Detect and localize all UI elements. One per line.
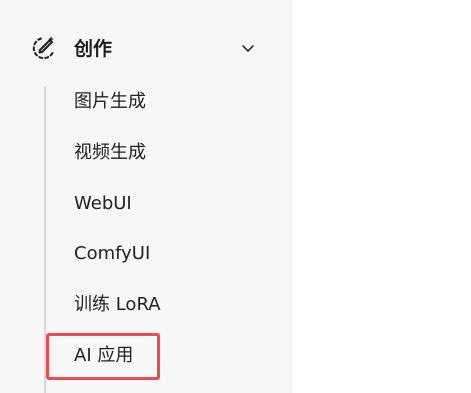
sidebar-item-label: 训练 LoRA (74, 294, 161, 315)
sidebar-item-image-generation[interactable]: 图片生成 (60, 82, 280, 122)
sidebar-item-label: ComfyUI (74, 243, 151, 264)
wand-sparkle-icon (32, 36, 55, 60)
sidebar-item-webui[interactable]: WebUI (60, 184, 280, 224)
chevron-down-icon[interactable] (240, 40, 256, 56)
sidebar-item-video-generation[interactable]: 视频生成 (60, 133, 280, 173)
sidebar-item-label: 图片生成 (74, 91, 146, 112)
sidebar-item-comfyui[interactable]: ComfyUI (60, 234, 280, 274)
sidebar-nav: 创作 图片生成 视频生成 WebUI ComfyUI 训练 LoRA AI 应用 (0, 0, 293, 393)
section-header-create[interactable]: 创作 (0, 26, 293, 72)
sidebar-item-train-lora[interactable]: 训练 LoRA (60, 285, 280, 325)
sidebar-item-label: 视频生成 (74, 142, 146, 163)
sidebar-item-label: WebUI (74, 193, 132, 214)
highlight-box (46, 333, 160, 380)
section-header-label: 创作 (74, 38, 113, 60)
